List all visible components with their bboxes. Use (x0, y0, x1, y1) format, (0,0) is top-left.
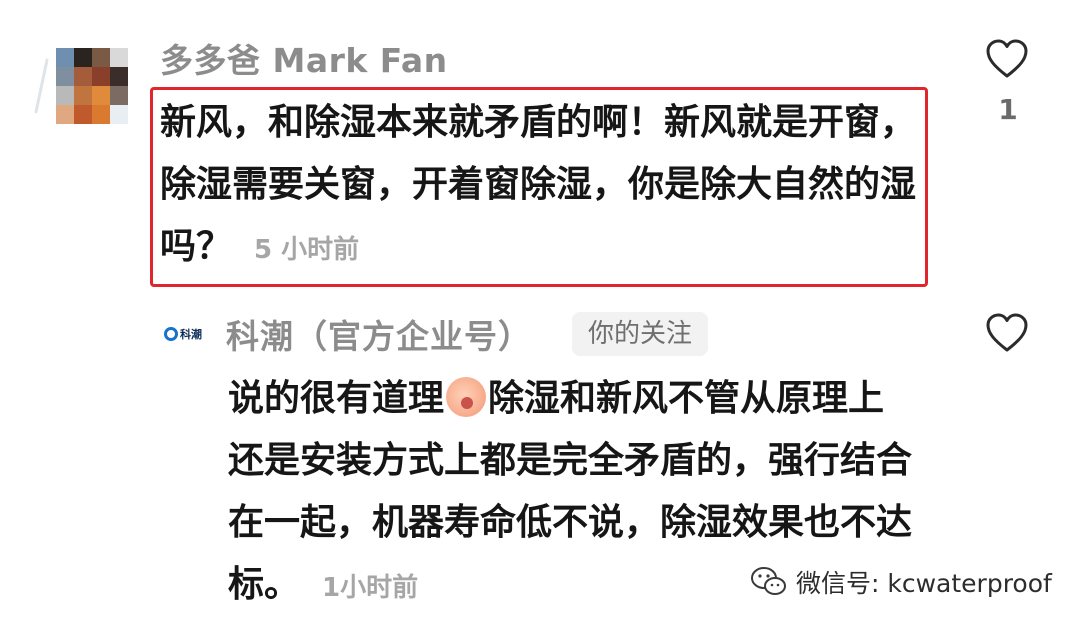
avatar-pixel (56, 86, 74, 105)
avatar[interactable] (56, 48, 128, 124)
follow-badge: 你的关注 (572, 312, 709, 356)
avatar-pixel (110, 105, 128, 124)
blushing-face-emoji (446, 377, 487, 417)
avatar-pixel (110, 67, 128, 86)
avatar-pixel (74, 48, 92, 67)
avatar-pixel (92, 86, 110, 105)
avatar-pixel (56, 105, 74, 124)
reply-username[interactable]: 科潮（官方企业号） (226, 310, 532, 358)
reply-time: 1小时前 (322, 573, 419, 603)
avatar-pixel (56, 67, 74, 86)
wechat-icon (751, 567, 786, 595)
avatar-pixel (92, 67, 110, 86)
avatar-pixel (110, 86, 128, 105)
avatar-border-decoration (34, 58, 49, 114)
avatar-pixel (74, 105, 92, 124)
logo-text: 科潮 (180, 328, 202, 341)
logo-mark-icon (164, 327, 178, 341)
avatar-pixel (92, 105, 110, 124)
avatar-pixel (56, 48, 74, 67)
reply-text-start: 说的很有道理 (228, 378, 445, 419)
watermark-text: 微信号: kcwaterproof (796, 569, 1052, 598)
avatar-pixel (74, 67, 92, 86)
avatar-pixel (92, 48, 110, 67)
heart-outline-icon[interactable] (984, 312, 1030, 354)
watermark: 微信号: kcwaterproof (750, 564, 1052, 600)
avatar-pixel (74, 86, 92, 105)
avatar-pixel (110, 48, 128, 67)
comment-time: 5 小时前 (254, 235, 360, 265)
comment-text[interactable]: 新风，和除湿本来就矛盾的啊！新风就是开窗，除湿需要关窗，开着窗除湿，你是除大自然… (160, 92, 920, 281)
heart-outline-icon[interactable] (984, 38, 1030, 80)
like-count: 1 (998, 93, 1018, 126)
comment-username[interactable]: 多多爸 Mark Fan (160, 34, 448, 82)
company-logo[interactable]: 科潮 (164, 326, 208, 342)
